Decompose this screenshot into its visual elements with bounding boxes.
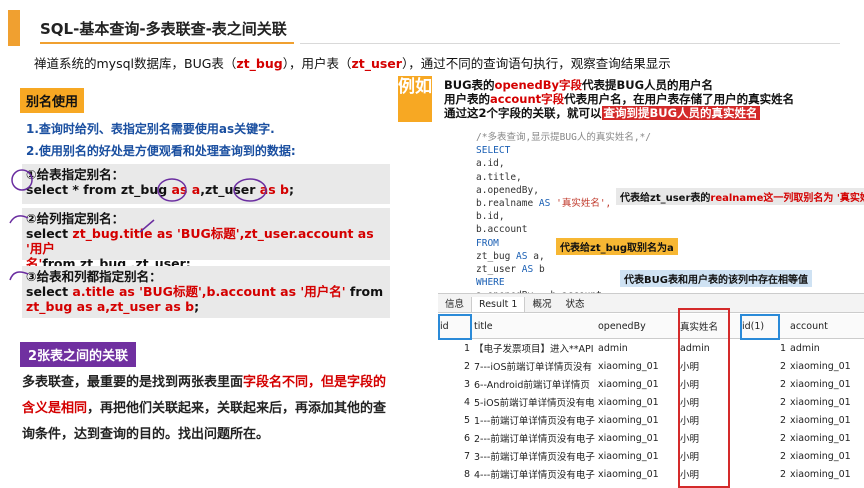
result-grid: id title openedBy 真实姓名 id(1) account 1 【电… xyxy=(438,308,864,488)
tab-info[interactable]: 信息 xyxy=(438,294,471,312)
info-line-3: 通过这2个字段的关联，就可以 查询到提BUG人员的真实姓名 xyxy=(444,106,760,120)
header-divider xyxy=(300,43,840,44)
page-subtitle: 禅道系统的mysql数据库，BUG表（zt_bug），用户表（zt_user），… xyxy=(34,56,671,71)
highlight-id1-column xyxy=(740,314,780,340)
info-line-1: BUG表的openedBy字段代表提BUG人员的用户名 xyxy=(444,78,714,92)
note-zt-bug-alias: 代表给zt_bug取别名为a xyxy=(556,238,678,255)
tab-result-1[interactable]: Result 1 xyxy=(471,297,526,312)
page-title: SQL-基本查询-多表联查-表之间关联 xyxy=(40,20,287,38)
note-realname-alias: 代表给zt_user表的realname这一列取别名为 '真实姓 xyxy=(616,188,864,205)
alias-section-label: 别名使用 xyxy=(20,88,85,113)
ink-annotations xyxy=(9,169,267,281)
example-label: 例如 xyxy=(398,76,432,122)
col-header-title[interactable]: title xyxy=(472,314,596,339)
result-header-row: id title openedBy 真实姓名 id(1) account xyxy=(438,314,864,339)
note-join-condition: 代表BUG表和用户表的该列中存在相等值 xyxy=(620,270,812,287)
table-row[interactable]: 4 5-iOS前端订单详情页没有电 xiaoming_01 小明 2 xiaoming_0… xyxy=(438,393,864,411)
sql-editor[interactable]: /*多表查询,显示提BUG人的真实姓名,*/ SELECT a.id, a.ti… xyxy=(440,128,864,301)
point-1: 1.查询时给列、表指定别名需要使用as关键字. xyxy=(26,122,275,136)
col-header-openedby[interactable]: openedBy xyxy=(596,314,678,339)
table-row[interactable]: 8 4---前端订单详情页没有电子 xiaoming_01 小明 2 xiaoming_0… xyxy=(438,465,864,483)
point-2: 2.使用别名的好处是方便观看和处理查询到的数据: xyxy=(26,144,296,158)
info-line-2: 用户表的account字段代表用户名，在用户表存储了用户的真实姓名 xyxy=(444,92,795,106)
highlight-id-column xyxy=(438,314,472,340)
table-row[interactable]: 1 【电子发票项目】进入**API admin admin 1 admin xyxy=(438,339,864,358)
table-row[interactable]: 3 6--Android前端订单详情页 xiaoming_01 小明 2 xiaoming… xyxy=(438,375,864,393)
relation-paragraph: 多表联查，最重要的是找到两张表里面字段名不同，但是字段的含义是相同，再把他们关联… xyxy=(22,375,387,442)
highlight-realname-column xyxy=(678,308,730,488)
col-header-account[interactable]: account xyxy=(788,314,864,339)
example-description: BUG表的openedBy字段代表提BUG人员的用户名 用户表的account字… xyxy=(444,78,794,120)
result-tabs: 信息 Result 1 概况 状态 xyxy=(438,293,864,313)
tab-overview[interactable]: 概况 xyxy=(525,294,558,312)
table-row[interactable]: 5 1---前端订单详情页没有电子 xiaoming_01 小明 2 xiaoming_0… xyxy=(438,411,864,429)
table-row[interactable]: 7 3---前端订单详情页没有电子 xiaoming_01 小明 2 xiaoming_0… xyxy=(438,447,864,465)
tab-status[interactable]: 状态 xyxy=(558,294,591,312)
table-row[interactable]: 2 7---iOS前端订单详情页没有 xiaoming_01 小明 2 xiaoming_… xyxy=(438,357,864,375)
title-underline xyxy=(40,42,294,44)
table-row[interactable]: 6 2---前端订单详情页没有电子 xiaoming_01 小明 2 xiaoming_0… xyxy=(438,429,864,447)
title-accent-bar xyxy=(8,10,20,46)
relation-section-label: 2张表之间的关联 xyxy=(20,342,137,367)
